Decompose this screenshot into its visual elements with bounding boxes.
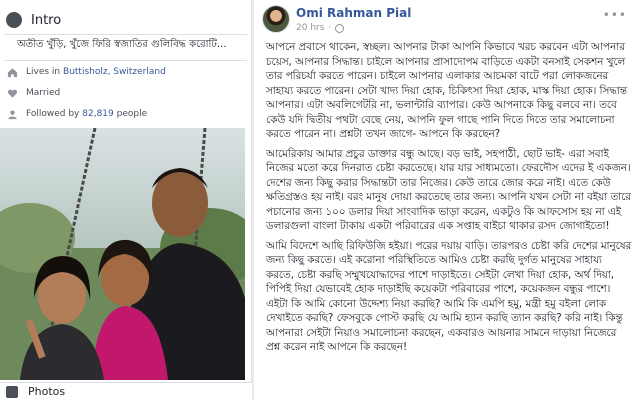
followers-icon	[6, 108, 18, 120]
followed-suffix: people	[116, 109, 148, 119]
divider	[4, 34, 247, 35]
photos-section-header[interactable]: Photos	[0, 382, 252, 400]
intro-header: Intro	[0, 8, 252, 32]
heart-icon	[6, 87, 18, 99]
profile-featured-photo[interactable]	[0, 128, 245, 380]
lives-in-label: Lives in	[26, 67, 61, 77]
post-paragraph: আপনে প্রবাসে থাকেন, স্বচ্ছল। আপনার টাকা …	[266, 41, 627, 140]
ellipsis-icon[interactable]: •••	[603, 8, 627, 22]
meta-separator: ·	[328, 23, 332, 33]
post-card: Omi Rahman Pial 20 hrs · ••• আপনে প্রবাস…	[254, 0, 637, 400]
post-timestamp[interactable]: 20 hrs	[296, 23, 324, 33]
followers-row: Followed by 82,819 people	[6, 108, 147, 120]
intro-title: Intro	[31, 12, 62, 28]
lives-in-link[interactable]: Buttisholz, Switzerland	[63, 67, 166, 77]
followed-by-label: Followed by	[26, 109, 80, 119]
lives-in-row: Lives in Buttisholz, Switzerland	[6, 66, 166, 78]
followers-count-link[interactable]: 82,819	[82, 109, 114, 119]
post-author[interactable]: Omi Rahman Pial	[296, 6, 411, 20]
avatar[interactable]	[262, 5, 290, 33]
photos-icon	[6, 385, 18, 398]
post-body: আপনে প্রবাসে থাকেন, স্বচ্ছল। আপনার টাকা …	[266, 40, 632, 360]
post-paragraph: আমি বিদেশে আছি রিফিউজি হইয়া। পরের দয়ায…	[266, 239, 632, 354]
globe-icon[interactable]	[335, 23, 345, 33]
post-meta: 20 hrs ·	[296, 23, 345, 33]
intro-bio: অতীত খুঁড়ি, খুঁজে ফিরি স্বজাতির গুলিবিদ…	[17, 39, 227, 50]
home-icon	[6, 66, 18, 78]
globe-icon	[6, 12, 22, 28]
relationship-row: Married	[6, 87, 60, 99]
post-paragraph: আমেরিকায় আমার প্রচুর ডাক্তার বন্ধু আছে।…	[266, 147, 631, 233]
relationship-status: Married	[26, 88, 61, 98]
divider	[4, 60, 247, 61]
photos-label: Photos	[28, 385, 66, 398]
intro-card: Intro অতীত খুঁড়ি, খুঁজে ফিরি স্বজাতির গ…	[0, 0, 252, 400]
